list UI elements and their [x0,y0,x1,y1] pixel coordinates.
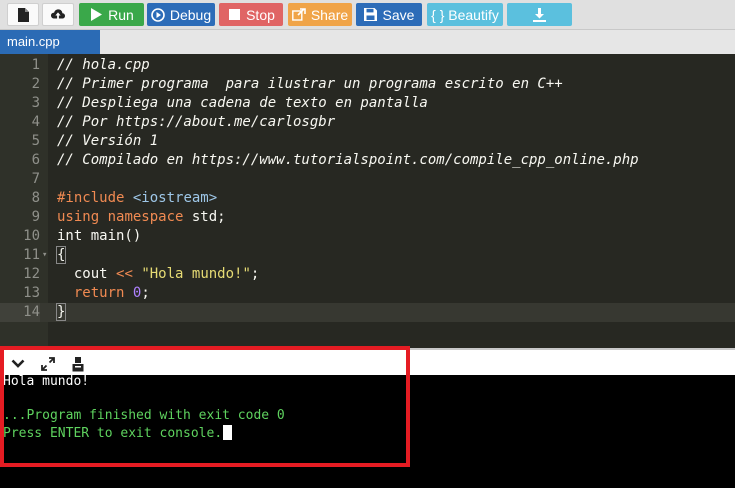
play-circle-icon [151,7,165,22]
open-brace: { [55,246,67,264]
close-brace: } [55,303,67,321]
using-keyword: using [57,209,100,225]
code-line-active: 14 } [0,303,735,322]
code-line: 8 #include <iostream> [0,189,735,208]
code-line: 3 // Despliega una cadena de texto en pa… [0,94,735,113]
chevron-down-icon[interactable] [10,356,26,372]
line-number: 13 [23,285,40,301]
using-namespace-statement: using namespace std; [57,208,226,227]
file-icon [16,7,30,22]
tab-main-cpp[interactable]: main.cpp [0,30,100,54]
code-line: 13 return 0; [0,284,735,303]
stream-operator: << [116,266,133,282]
code-line: 7 [0,170,735,189]
stop-button[interactable]: Stop [219,3,283,26]
line-number: 12 [23,266,40,282]
comment-text: // Versión 1 [57,133,159,149]
code-line: 2 // Primer programa para ilustrar un pr… [0,75,735,94]
debug-button[interactable]: Debug [147,3,215,26]
return-statement: return 0; [57,285,150,301]
code-line: 10 int main() [0,227,735,246]
include-file: <iostream> [132,190,218,206]
floppy-disk-icon [364,8,378,22]
return-keyword: return [57,285,125,301]
line-number: 3 [31,95,40,111]
include-directive: #include <iostream> [57,189,217,208]
namespace-keyword: namespace [107,209,184,225]
cout-statement: cout << "Hola mundo!"; [57,266,260,282]
comment-text: // Despliega una cadena de texto en pant… [57,95,428,111]
include-keyword: #include [57,190,125,206]
download-button[interactable] [507,3,572,26]
line-number: 9 [31,209,40,225]
line-number: 8 [31,190,40,206]
upload-button[interactable] [42,3,74,26]
string-literal: "Hola mundo!" [141,266,251,282]
code-line: 1 // hola.cpp [0,56,735,75]
code-line: 6 // Compilado en https://www.tutorialsp… [0,151,735,170]
console-output[interactable]: Hola mundo! ...Program finished with exi… [0,374,735,488]
stop-button-label: Stop [246,6,275,23]
line-number: 4 [31,114,40,130]
fold-arrow-icon[interactable]: ▾ [42,246,50,265]
run-button[interactable]: Run [79,3,144,26]
line-number: 1 [31,57,40,73]
code-line: 4 // Por https://about.me/carlosgbr [0,113,735,132]
line-number: 14 [0,303,40,322]
code-line: 5 // Versión 1 [0,132,735,151]
save-button[interactable]: Save [356,3,422,26]
console-prompt-line: Press ENTER to exit console. [3,425,233,441]
play-icon [89,8,103,22]
line-number: 11 [23,247,40,263]
comment-text: // Compilado en https://www.tutorialspoi… [57,152,639,168]
line-number: 10 [23,228,40,244]
cloud-upload-icon [51,8,65,22]
run-button-label: Run [108,6,134,23]
new-file-button[interactable] [7,3,39,26]
stop-icon [227,8,241,22]
code-editor[interactable]: 1 // hola.cpp 2 // Primer programa para … [0,54,735,348]
comment-text: // Por https://about.me/carlosgbr [57,114,336,130]
console-program-output: Hola mundo! [3,374,90,389]
save-button-label: Save [382,6,415,23]
line-number: 6 [31,152,40,168]
line-number: 5 [31,133,40,149]
main-signature: int main() [57,228,142,244]
namespace-name: std; [183,209,226,225]
toolbar: Run Debug Stop Share Save { } Beautify [0,0,735,30]
console-press-enter-text: Press ENTER to exit console. [3,426,223,441]
stop-process-icon[interactable] [70,356,86,372]
beautify-button-label: { } Beautify [431,6,499,23]
comment-text: // hola.cpp [57,57,150,73]
code-line: 12 cout << "Hola mundo!"; [0,265,735,284]
comment-text: // Primer programa para ilustrar un prog… [57,76,563,92]
line-number: 7 [31,171,40,187]
console-finished-message: ...Program finished with exit code 0 [3,408,285,423]
console-cursor [223,425,233,440]
line-number: 2 [31,76,40,92]
console-header [0,348,735,375]
expand-icon[interactable] [40,356,56,372]
share-button-label: Share [310,6,349,23]
tab-bar: main.cpp [0,30,735,54]
download-icon [533,7,547,22]
share-icon [291,8,306,22]
code-line: 11 ▾ { [0,246,735,265]
code-line: 9 using namespace std; [0,208,735,227]
debug-button-label: Debug [169,6,212,23]
beautify-button[interactable]: { } Beautify [427,3,503,26]
share-button[interactable]: Share [288,3,352,26]
